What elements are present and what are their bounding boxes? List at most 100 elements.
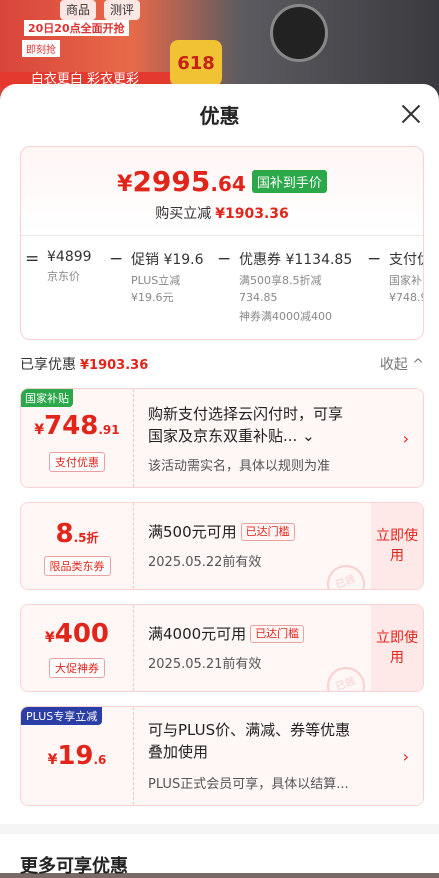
final-price: ¥2995.64: [117, 165, 246, 198]
coupon-title: 可与PLUS价、满减、券等优惠 叠加使用: [148, 719, 350, 763]
discount-sheet: 优惠 ¥2995.64 国补到手价 购买立减 ¥1903.36 = ¥4899 京…: [0, 84, 439, 877]
formula-sub: 京东价: [47, 270, 80, 283]
coupon-value-integer: 400: [54, 619, 110, 649]
coupon-desc: 该活动需实名，具体以规则为准: [148, 459, 331, 474]
formula-main: 支付优: [389, 252, 423, 268]
coupon-value: 8.5折: [21, 519, 133, 549]
coupon-right: 购新支付选择云闪付时，可享 国家及京东双重补贴... ⌄ 该活动需实名，具体以规…: [134, 389, 423, 487]
coupon-title: 满500元可用 已达门槛: [148, 521, 295, 543]
save-label: 购买立减: [155, 206, 212, 222]
coupon-national-subsidy[interactable]: 国家补贴 ¥748.91 支付优惠 购新支付选择云闪付时，可享 国家及京东双重补…: [20, 388, 424, 488]
final-price-integer: 2995: [132, 165, 211, 198]
coupon-chip-label: 支付优惠: [49, 452, 105, 472]
coupon-title-line[interactable]: 国家及京东双重补贴... ⌄: [148, 425, 343, 447]
final-price-decimal: .64: [210, 172, 246, 196]
divider: [21, 235, 423, 236]
coupon-threshold: 满500元可用: [148, 523, 237, 541]
final-price-row: ¥2995.64 国补到手价: [21, 165, 423, 198]
washer-dial: [270, 4, 328, 62]
coupon-tag: PLUS专享立减: [21, 707, 103, 725]
formula-main: ¥4899: [47, 249, 92, 265]
coupon-left: PLUS专享立减 ¥19.6: [21, 707, 134, 805]
background-grab-now: 即刻抢: [22, 40, 60, 57]
formula-sub: 国家补: [389, 274, 422, 287]
coupon-value-symbol: ¥: [44, 630, 55, 646]
enjoyed-amount: ¥1903.36: [80, 358, 149, 373]
save-row: 购买立减 ¥1903.36: [21, 203, 423, 223]
tab-review: 测评: [104, 0, 141, 20]
coupon-title: 满4000元可用 已达门槛: [148, 623, 305, 645]
collapse-button[interactable]: 收起 ^: [380, 354, 424, 374]
formula-operator: −: [367, 249, 382, 269]
coupon-right: 满4000元可用 已达门槛 2025.05.21前有效 已领 立即使用: [134, 605, 423, 691]
coupon-value: ¥748.91: [21, 411, 133, 441]
coupon-right: 满500元可用 已达门槛 2025.05.22前有效 已领 立即使用: [134, 503, 423, 589]
coupon-value-symbol: ¥: [34, 422, 45, 438]
formula-sub: ¥19.6元: [131, 291, 174, 304]
formula-operator: =: [25, 249, 40, 269]
coupon-right: 可与PLUS价、满减、券等优惠 叠加使用 PLUS正式会员可享，具体以结算...…: [134, 707, 423, 805]
save-amount: ¥1903.36: [215, 206, 289, 222]
formula-item-payment: 支付优 国家补 ¥748.9: [389, 249, 424, 306]
coupon-value-integer: 748: [44, 411, 99, 441]
coupon-title-line: 叠加使用: [148, 743, 209, 761]
coupon-value-decimal: .5折: [73, 531, 99, 545]
formula-main: 优惠券 ¥1134.85: [239, 252, 353, 268]
price-summary-card: ¥2995.64 国补到手价 购买立减 ¥1903.36 = ¥4899 京东价 …: [20, 146, 424, 340]
coupon-left: 国家补贴 ¥748.91 支付优惠: [21, 389, 134, 487]
formula-operator: −: [217, 249, 232, 269]
formula-item-base-price: ¥4899 京东价: [47, 249, 92, 285]
sheet-title: 优惠: [199, 104, 240, 128]
promo-618-badge: 618: [170, 40, 222, 86]
coupon-left: 8.5折 限品类东券: [21, 503, 134, 589]
coupon-400[interactable]: ¥400 大促神券 满4000元可用 已达门槛 2025.05.21前有效 已领 …: [20, 604, 424, 692]
coupon-expiry: 2025.05.21前有效: [148, 657, 262, 672]
coupon-desc: PLUS正式会员可享，具体以结算...: [148, 777, 349, 792]
enjoyed-discount-row: 已享优惠 ¥1903.36 收起 ^: [20, 354, 424, 374]
coupon-value-integer: 8: [55, 519, 74, 549]
coupon-chip-label: 限品类东券: [43, 556, 111, 576]
coupon-expiry: 2025.05.22前有效: [148, 555, 262, 570]
use-now-button[interactable]: 立即使用: [371, 605, 423, 691]
coupon-value: ¥400: [21, 619, 133, 649]
sheet-header: 优惠: [0, 84, 439, 142]
coupon-chip-label: 大促神券: [49, 658, 105, 678]
background-nav: 商品 测评: [60, 0, 141, 20]
coupon-plus[interactable]: PLUS专享立减 ¥19.6 可与PLUS价、满减、券等优惠 叠加使用 PLUS…: [20, 706, 424, 806]
coupon-chip: 支付优惠: [21, 451, 133, 472]
claimed-stamp-icon: 已领: [321, 559, 371, 589]
subsidy-price-badge: 国补到手价: [251, 170, 327, 193]
close-icon[interactable]: [399, 102, 423, 126]
formula-item-coupon: 优惠券 ¥1134.85 满500享8.5折减 734.85 神券满4000减4…: [239, 249, 352, 325]
coupon-left: ¥400 大促神券: [21, 605, 134, 691]
coupon-chip: 大促神券: [21, 657, 133, 678]
threshold-reached-badge: 已达门槛: [250, 625, 305, 643]
coupon-title: 购新支付选择云闪付时，可享 国家及京东双重补贴... ⌄: [148, 403, 343, 447]
formula-operator: −: [109, 249, 124, 269]
coupon-discount-85[interactable]: 8.5折 限品类东券 满500元可用 已达门槛 2025.05.22前有效 已领 …: [20, 502, 424, 590]
coupon-value-integer: 19: [57, 741, 94, 771]
formula-main: 促销 ¥19.6: [131, 252, 204, 268]
formula-sub: ¥748.9: [389, 291, 424, 304]
final-price-symbol: ¥: [117, 172, 133, 197]
chevron-right-icon[interactable]: ›: [403, 429, 409, 448]
formula-sub: 734.85: [239, 291, 278, 304]
formula-sub: 神券满4000减400: [239, 310, 332, 323]
formula-sub: PLUS立减: [131, 274, 181, 287]
background-sale-time: 20日20点全面开抢: [24, 20, 129, 36]
coupon-title-line: 购新支付选择云闪付时，可享: [148, 405, 344, 423]
tab-product: 商品: [60, 0, 97, 20]
section-separator: [0, 824, 439, 834]
chevron-right-icon[interactable]: ›: [403, 747, 409, 766]
coupon-value-decimal: .91: [98, 423, 120, 437]
coupon-value: ¥19.6: [21, 741, 133, 771]
claimed-stamp-icon: 已领: [321, 661, 371, 691]
more-discounts-title: 更多可享优惠: [20, 856, 128, 877]
coupon-threshold: 满4000元可用: [148, 625, 247, 643]
use-now-button[interactable]: 立即使用: [371, 503, 423, 589]
coupon-chip: 限品类东券: [21, 555, 133, 576]
enjoyed-label: 已享优惠: [20, 357, 76, 373]
formula-item-promotion: 促销 ¥19.6 PLUS立减 ¥19.6元: [131, 249, 204, 306]
threshold-reached-badge: 已达门槛: [240, 523, 295, 541]
price-formula[interactable]: = ¥4899 京东价 − 促销 ¥19.6 PLUS立减 ¥19.6元 − 优…: [21, 245, 423, 335]
